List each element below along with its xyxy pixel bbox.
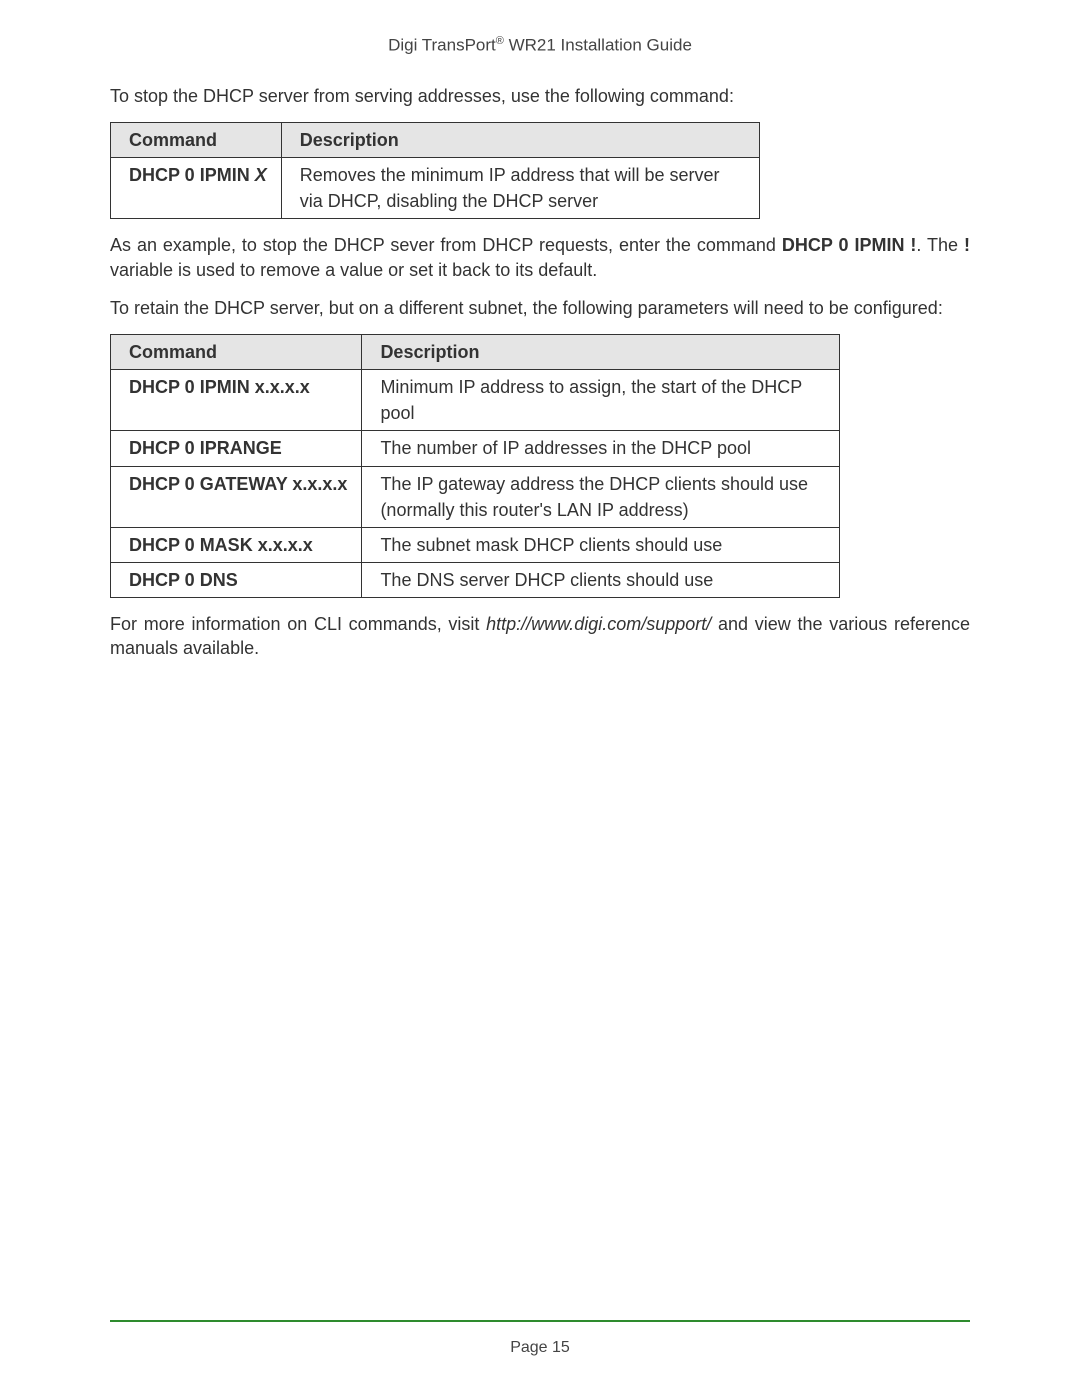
command-inline: DHCP 0 IPMIN ! (782, 235, 917, 255)
registered-mark: ® (496, 35, 504, 47)
support-url: http://www.digi.com/support/ (486, 614, 711, 634)
paragraph-more-info: For more information on CLI commands, vi… (110, 612, 970, 661)
page: Digi TransPort® WR21 Installation Guide … (0, 0, 1080, 1397)
table-row: DHCP 0 IPRANGE The number of IP addresse… (111, 431, 840, 466)
bang-variable: ! (964, 235, 970, 255)
command-variable: X (255, 165, 267, 185)
cell-description: The IP gateway address the DHCP clients … (362, 466, 840, 527)
table-header-row: Command Description (111, 122, 760, 157)
text-fragment: variable is used to remove a value or se… (110, 260, 597, 280)
table-row: DHCP 0 IPMIN X Removes the minimum IP ad… (111, 158, 760, 219)
cell-description: Removes the minimum IP address that will… (281, 158, 759, 219)
text-fragment: . The (916, 235, 964, 255)
col-header-command: Command (111, 122, 282, 157)
col-header-description: Description (281, 122, 759, 157)
table-row: DHCP 0 MASK x.x.x.x The subnet mask DHCP… (111, 527, 840, 562)
table-row: DHCP 0 GATEWAY x.x.x.x The IP gateway ad… (111, 466, 840, 527)
text-fragment: For more information on CLI commands, vi… (110, 614, 486, 634)
header-suffix: WR21 Installation Guide (504, 36, 692, 55)
table-row: DHCP 0 DNS The DNS server DHCP clients s… (111, 562, 840, 597)
cell-description: The number of IP addresses in the DHCP p… (362, 431, 840, 466)
col-header-command: Command (111, 335, 362, 370)
cell-command: DHCP 0 IPRANGE (111, 431, 362, 466)
cell-description: The subnet mask DHCP clients should use (362, 527, 840, 562)
cell-command: DHCP 0 IPMIN x.x.x.x (111, 370, 362, 431)
page-number: Page 15 (0, 1339, 1080, 1357)
header-prefix: Digi TransPort (388, 36, 496, 55)
table-retain-dhcp: Command Description DHCP 0 IPMIN x.x.x.x… (110, 334, 840, 598)
cell-description: The DNS server DHCP clients should use (362, 562, 840, 597)
col-header-description: Description (362, 335, 840, 370)
table-stop-dhcp: Command Description DHCP 0 IPMIN X Remov… (110, 122, 760, 219)
cell-command: DHCP 0 DNS (111, 562, 362, 597)
footer-rule (110, 1320, 970, 1322)
paragraph-example: As an example, to stop the DHCP sever fr… (110, 233, 970, 282)
page-header: Digi TransPort® WR21 Installation Guide (110, 35, 970, 56)
cell-command: DHCP 0 GATEWAY x.x.x.x (111, 466, 362, 527)
text-fragment: As an example, to stop the DHCP sever fr… (110, 235, 782, 255)
table-header-row: Command Description (111, 335, 840, 370)
paragraph-retain: To retain the DHCP server, but on a diff… (110, 296, 970, 320)
table-row: DHCP 0 IPMIN x.x.x.x Minimum IP address … (111, 370, 840, 431)
command-text: DHCP 0 IPMIN (129, 165, 255, 185)
paragraph-intro-stop: To stop the DHCP server from serving add… (110, 84, 970, 108)
cell-command: DHCP 0 IPMIN X (111, 158, 282, 219)
cell-description: Minimum IP address to assign, the start … (362, 370, 840, 431)
cell-command: DHCP 0 MASK x.x.x.x (111, 527, 362, 562)
